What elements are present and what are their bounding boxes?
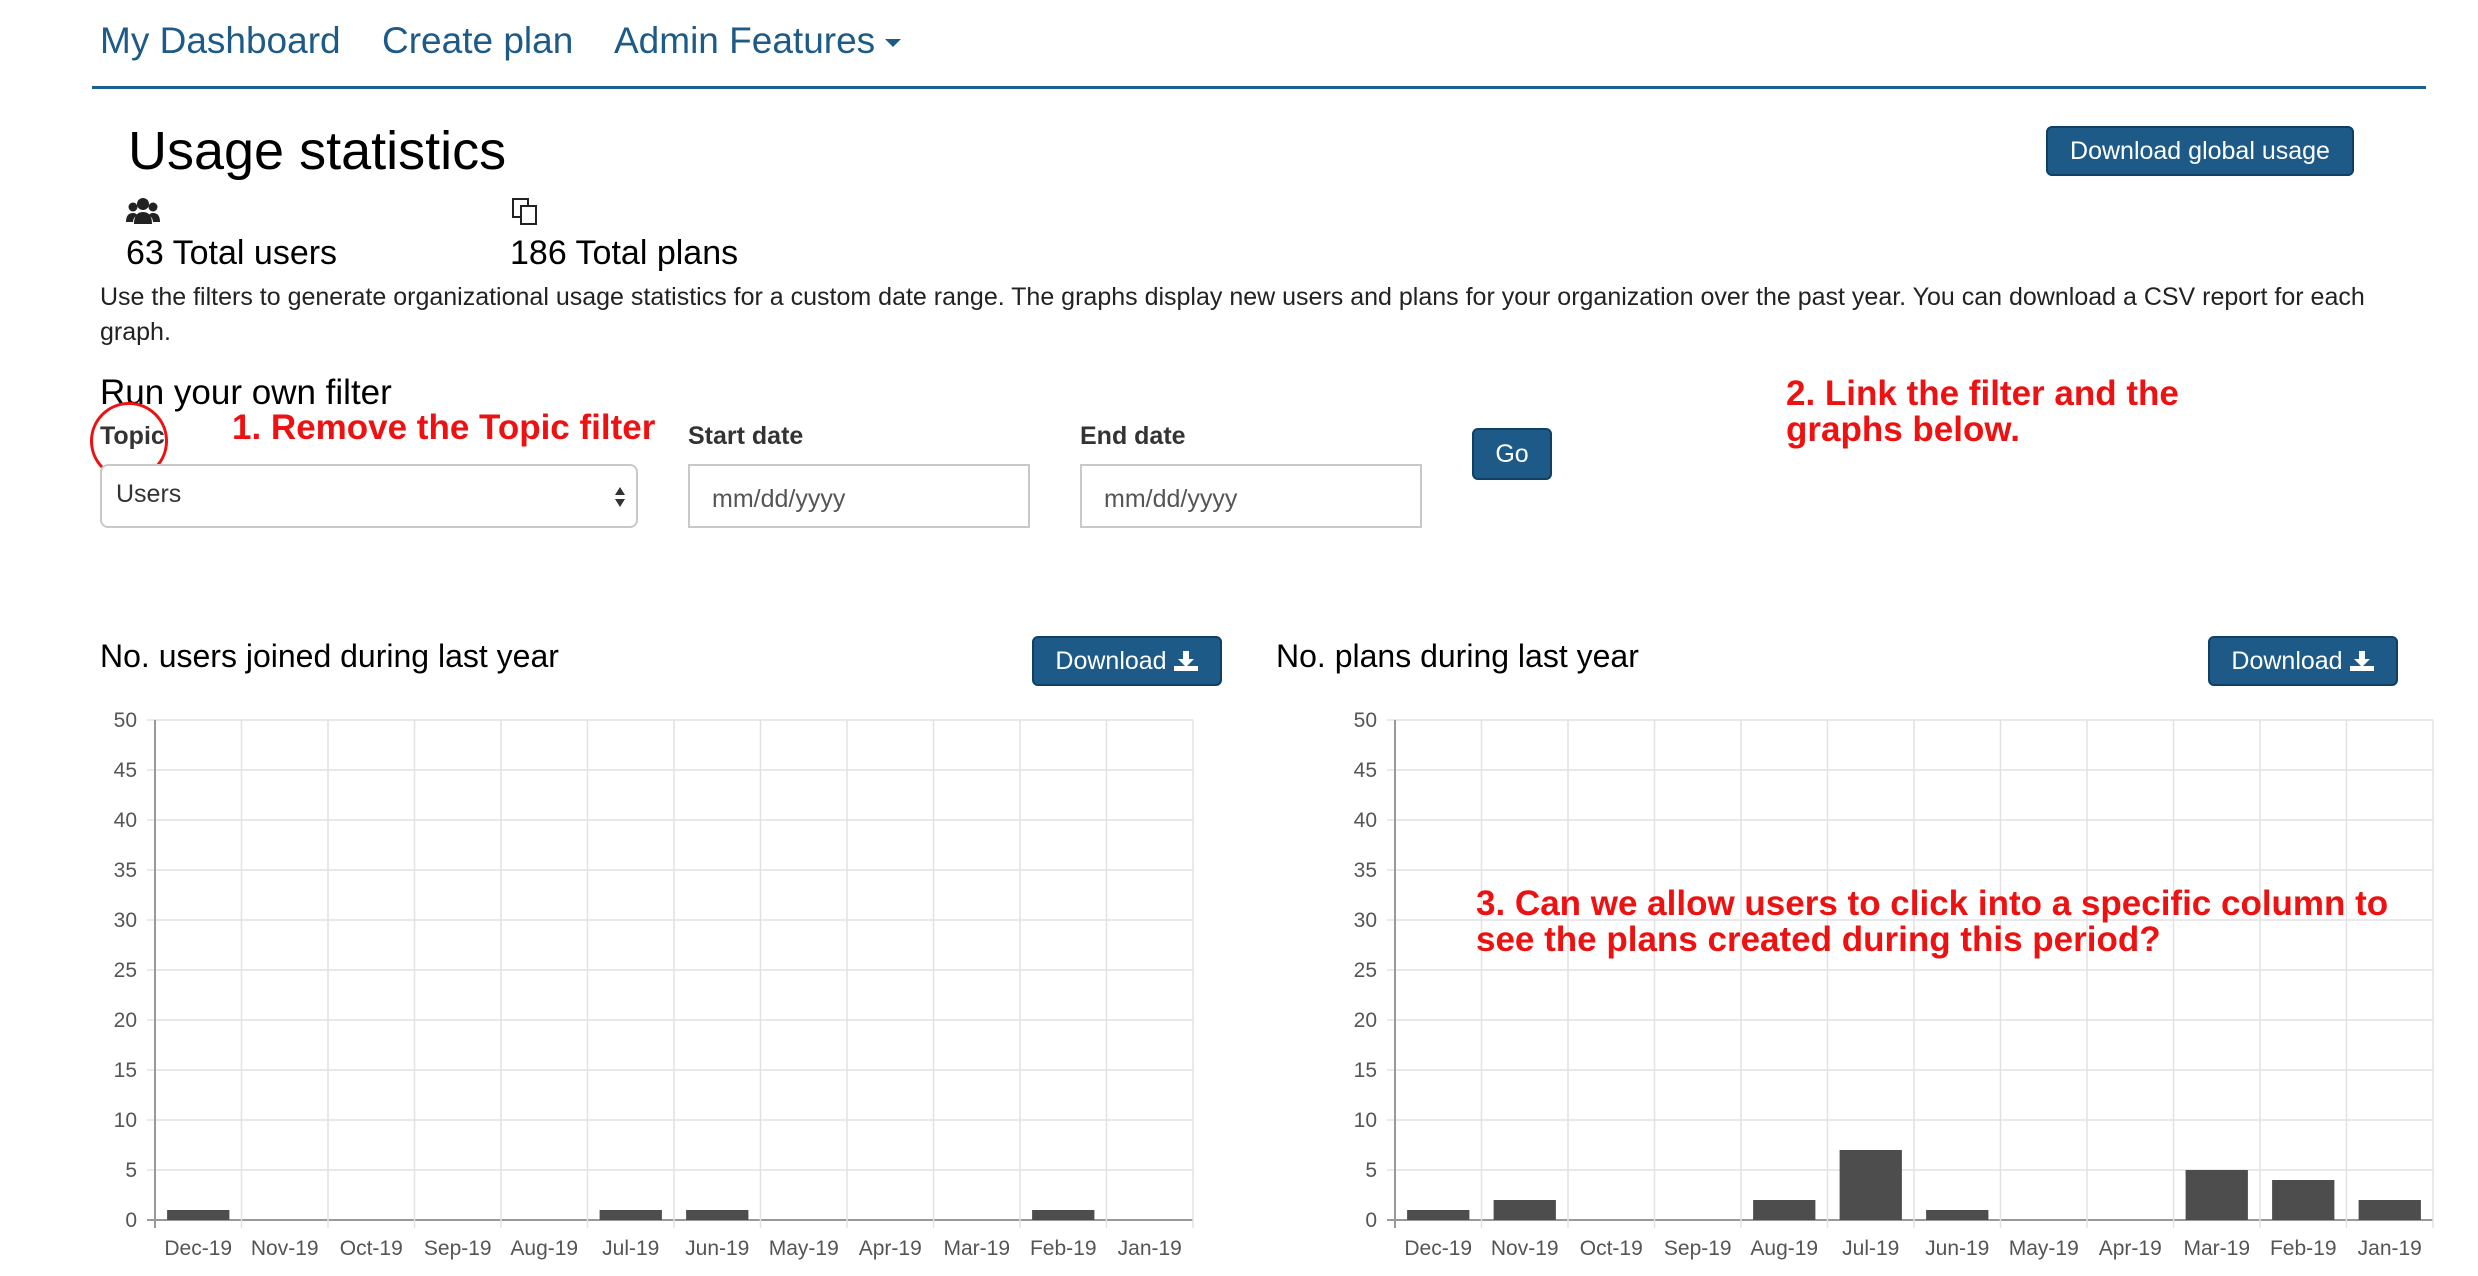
users-chart-x-tick-label: Nov-19 — [251, 1237, 319, 1260]
annotation-3-line-2: see the plans created during this period… — [1476, 920, 2161, 959]
annotation-2-line-2: graphs below. — [1786, 410, 2021, 449]
plans-chart-bar — [1407, 1210, 1470, 1220]
users-chart-y-tick-label: 50 — [114, 709, 137, 732]
users-chart-x-tick-label: Mar-19 — [943, 1237, 1010, 1260]
plans-chart-bar — [2272, 1180, 2335, 1220]
go-button[interactable]: Go — [1472, 428, 1552, 480]
nav-create-plan[interactable]: Create plan — [382, 20, 573, 62]
users-download-button[interactable]: Download — [1032, 636, 1222, 686]
nav-divider — [92, 86, 2426, 89]
download-icon — [2349, 651, 2374, 671]
start-date-placeholder: mm/dd/yyyy — [712, 485, 846, 513]
users-chart-x-tick-label: May-19 — [769, 1237, 839, 1260]
plans-chart-y-tick-label: 0 — [1365, 1209, 1377, 1232]
plans-chart-bar — [1926, 1210, 1989, 1220]
users-chart-y-tick-label: 40 — [114, 809, 137, 832]
plans-chart-x-tick-label: Apr-19 — [2099, 1237, 2162, 1260]
users-chart-y-tick-label: 20 — [114, 1009, 137, 1032]
plans-bar-chart: 0 5 10 15 20 25 30 35 40 45 50 Dec-19 Nov-19 Oct-19 Se… — [1354, 709, 2434, 1260]
topic-select[interactable]: Users — [100, 464, 638, 528]
start-date-label: Start date — [688, 422, 804, 450]
plans-chart-y-tick-label: 30 — [1354, 909, 1377, 932]
topic-select-value: Users — [116, 480, 182, 508]
users-chart-y-tick-label: 45 — [114, 759, 137, 782]
plans-chart-bar — [1493, 1200, 1556, 1220]
plans-chart-y-tick-label: 10 — [1354, 1109, 1377, 1132]
users-chart-title: No. users joined during last year — [100, 638, 559, 674]
page-title: Usage statistics — [128, 121, 507, 181]
users-icon — [126, 198, 160, 224]
plans-chart-y-tick-label: 40 — [1354, 809, 1377, 832]
users-download-label: Download — [1055, 646, 1167, 675]
end-date-placeholder: mm/dd/yyyy — [1104, 485, 1238, 513]
caret-down-icon — [885, 39, 902, 48]
download-global-usage-button[interactable]: Download global usage — [2046, 126, 2354, 176]
plans-chart-bar — [2358, 1200, 2421, 1220]
annotation-3-line-1: 3. Can we allow users to click into a sp… — [1476, 884, 2389, 923]
users-chart-y-tick-label: 5 — [125, 1159, 137, 1182]
nav-admin-features[interactable]: Admin Features — [614, 20, 902, 62]
plans-download-label: Download — [2231, 646, 2343, 675]
start-date-input[interactable]: mm/dd/yyyy — [688, 464, 1030, 528]
plans-chart-x-tick-label: Oct-19 — [1580, 1237, 1643, 1260]
users-chart-bar — [167, 1210, 230, 1220]
select-arrows-icon — [615, 487, 625, 507]
users-chart-x-tick-label: Oct-19 — [340, 1237, 403, 1260]
plans-chart-x-tick-label: Jun-19 — [1925, 1237, 1989, 1260]
plans-chart-title: No. plans during last year — [1276, 638, 1639, 674]
users-chart-y-tick-label: 0 — [125, 1209, 137, 1232]
plans-chart-y-tick-label: 5 — [1365, 1159, 1377, 1182]
plans-chart-bar — [2185, 1170, 2248, 1220]
users-chart-x-tick-label: Aug-19 — [510, 1237, 578, 1260]
nav-my-dashboard[interactable]: My Dashboard — [100, 20, 341, 62]
plans-chart-x-tick-label: Feb-19 — [2270, 1237, 2337, 1260]
plans-download-button[interactable]: Download — [2208, 636, 2398, 686]
users-chart-y-tick-label: 10 — [114, 1109, 137, 1132]
users-chart-bar — [1032, 1210, 1095, 1220]
users-bar-chart: 0 5 10 15 20 25 30 35 40 45 50 Dec-19 Nov-19 Oct-19 Se… — [114, 709, 1194, 1260]
plans-chart-x-tick-label: Nov-19 — [1491, 1237, 1559, 1260]
users-chart-bar — [686, 1210, 749, 1220]
plans-chart-x-tick-label: Mar-19 — [2183, 1237, 2250, 1260]
plans-chart-y-tick-label: 20 — [1354, 1009, 1377, 1032]
plans-chart-x-tick-label: Aug-19 — [1750, 1237, 1818, 1260]
users-chart-x-tick-label: Apr-19 — [859, 1237, 922, 1260]
plans-chart-x-tick-label: Jan-19 — [2358, 1237, 2422, 1260]
plans-chart-y-tick-label: 50 — [1354, 709, 1377, 732]
copy-icon — [512, 198, 537, 225]
users-chart-bar — [599, 1210, 662, 1220]
download-icon — [1173, 651, 1198, 671]
nav-admin-features-label: Admin Features — [614, 20, 876, 61]
plans-chart-bar — [1753, 1200, 1816, 1220]
users-chart-x-tick-label: Feb-19 — [1030, 1237, 1097, 1260]
users-chart-x-tick-label: Dec-19 — [164, 1237, 232, 1260]
annotation-1: 1. Remove the Topic filter — [232, 408, 656, 447]
users-chart-y-tick-label: 30 — [114, 909, 137, 932]
users-chart-x-tick-label: Jul-19 — [602, 1237, 659, 1260]
users-chart-y-tick-label: 35 — [114, 859, 137, 882]
plans-chart-y-tick-label: 35 — [1354, 859, 1377, 882]
plans-chart-x-tick-label: Dec-19 — [1404, 1237, 1472, 1260]
total-plans-stat: 186 Total plans — [510, 234, 739, 272]
plans-chart-x-tick-label: May-19 — [2009, 1237, 2079, 1260]
end-date-input[interactable]: mm/dd/yyyy — [1080, 464, 1422, 528]
plans-chart-y-tick-label: 25 — [1354, 959, 1377, 982]
users-chart-x-tick-label: Jan-19 — [1118, 1237, 1182, 1260]
users-chart-y-tick-label: 15 — [114, 1059, 137, 1082]
plans-chart-y-tick-label: 45 — [1354, 759, 1377, 782]
description-text: Use the filters to generate organization… — [100, 283, 2365, 346]
users-chart-x-tick-label: Jun-19 — [685, 1237, 749, 1260]
end-date-label: End date — [1080, 422, 1186, 450]
users-chart-y-tick-label: 25 — [114, 959, 137, 982]
plans-chart-bar — [1839, 1150, 1902, 1220]
plans-chart-x-tick-label: Jul-19 — [1842, 1237, 1899, 1260]
users-chart-x-tick-label: Sep-19 — [424, 1237, 492, 1260]
plans-chart-y-tick-label: 15 — [1354, 1059, 1377, 1082]
plans-chart-x-tick-label: Sep-19 — [1664, 1237, 1732, 1260]
annotation-2-line-1: 2. Link the filter and the — [1786, 374, 2179, 413]
total-users-stat: 63 Total users — [126, 234, 338, 272]
